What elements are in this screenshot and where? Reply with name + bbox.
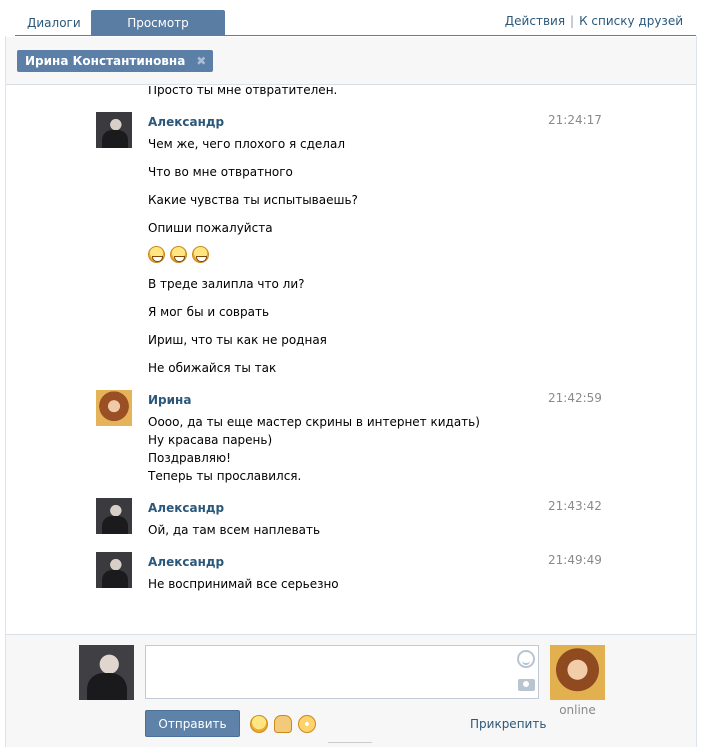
- pray-emoji-icon[interactable]: [274, 715, 292, 733]
- camera-icon[interactable]: [518, 679, 535, 691]
- attach-link[interactable]: Прикрепить: [470, 717, 546, 731]
- links-separator: |: [570, 14, 575, 28]
- message-author[interactable]: Александр: [148, 501, 224, 515]
- message-time: 21:24:17: [548, 113, 602, 127]
- surprised-emoji-icon[interactable]: [298, 715, 316, 733]
- smile-icon[interactable]: [517, 650, 535, 668]
- laugh-emoji-icon: [148, 246, 165, 263]
- message-text: Ну красава парень): [148, 433, 273, 447]
- tab-view-dialogs[interactable]: Просмотр диалогов: [91, 10, 225, 56]
- avatar[interactable]: [96, 112, 132, 148]
- my-avatar[interactable]: [79, 645, 134, 700]
- laugh-emoji-icon: [170, 246, 187, 263]
- actions-link[interactable]: Действия: [505, 14, 565, 28]
- message-text: Не обижайся ты так: [148, 361, 277, 375]
- top-links: Действия | К списку друзей: [505, 14, 683, 28]
- message-text: Ириш, что ты как не родная: [148, 333, 327, 347]
- message-log[interactable]: Просто ты мне отвратителен. Александр 21…: [6, 86, 696, 634]
- emoji-line: [148, 246, 218, 264]
- friends-list-link[interactable]: К списку друзей: [579, 14, 683, 28]
- message-author[interactable]: Ирина: [148, 393, 191, 407]
- recipient-name: Ирина Константиновна: [25, 54, 186, 68]
- message-time: 21:42:59: [548, 391, 602, 405]
- tab-bar: Диалоги Просмотр диалогов Действия | К спи…: [0, 0, 713, 56]
- avatar[interactable]: [96, 390, 132, 426]
- recipient-bar: Ирина Константиновна ✖: [6, 37, 696, 85]
- message-text: Поздравляю!: [148, 451, 231, 465]
- peer-avatar[interactable]: [550, 645, 605, 700]
- message-text: Не воспринимай все серьезно: [148, 577, 339, 591]
- message-text: Какие чувства ты испытываешь?: [148, 193, 358, 207]
- message-text: Опиши пожалуйста: [148, 221, 273, 235]
- send-button[interactable]: Отправить: [145, 710, 240, 737]
- peer-online-status: online: [559, 703, 596, 717]
- tab-dialogs[interactable]: Диалоги: [17, 10, 91, 36]
- message-text: Чем же, чего плохого я сделал: [148, 137, 345, 151]
- message-text: В треде залипла что ли?: [148, 277, 305, 291]
- laugh-emoji-icon[interactable]: [250, 715, 268, 733]
- recipient-chip[interactable]: Ирина Константиновна ✖: [17, 50, 214, 72]
- message-author[interactable]: Александр: [148, 555, 224, 569]
- message-text: Оооо, да ты еще мастер скрины в интернет…: [148, 415, 480, 429]
- avatar[interactable]: [96, 552, 132, 588]
- message-author[interactable]: Александр: [148, 115, 224, 129]
- message-time: 21:43:42: [548, 499, 602, 513]
- composer: online Отправить Прикрепить: [6, 634, 696, 747]
- message-text: Я мог бы и соврать: [148, 305, 270, 319]
- message-text: Что во мне отвратного: [148, 165, 293, 179]
- message-text: Просто ты мне отвратителен.: [148, 86, 338, 97]
- message-time: 21:49:49: [548, 553, 602, 567]
- laugh-emoji-icon: [192, 246, 209, 263]
- message-text: Теперь ты прославился.: [148, 469, 302, 483]
- message-text: Ой, да там всем наплевать: [148, 523, 321, 537]
- close-icon[interactable]: ✖: [196, 50, 206, 72]
- message-input[interactable]: [145, 645, 539, 699]
- resize-grip[interactable]: [328, 742, 372, 745]
- avatar[interactable]: [96, 498, 132, 534]
